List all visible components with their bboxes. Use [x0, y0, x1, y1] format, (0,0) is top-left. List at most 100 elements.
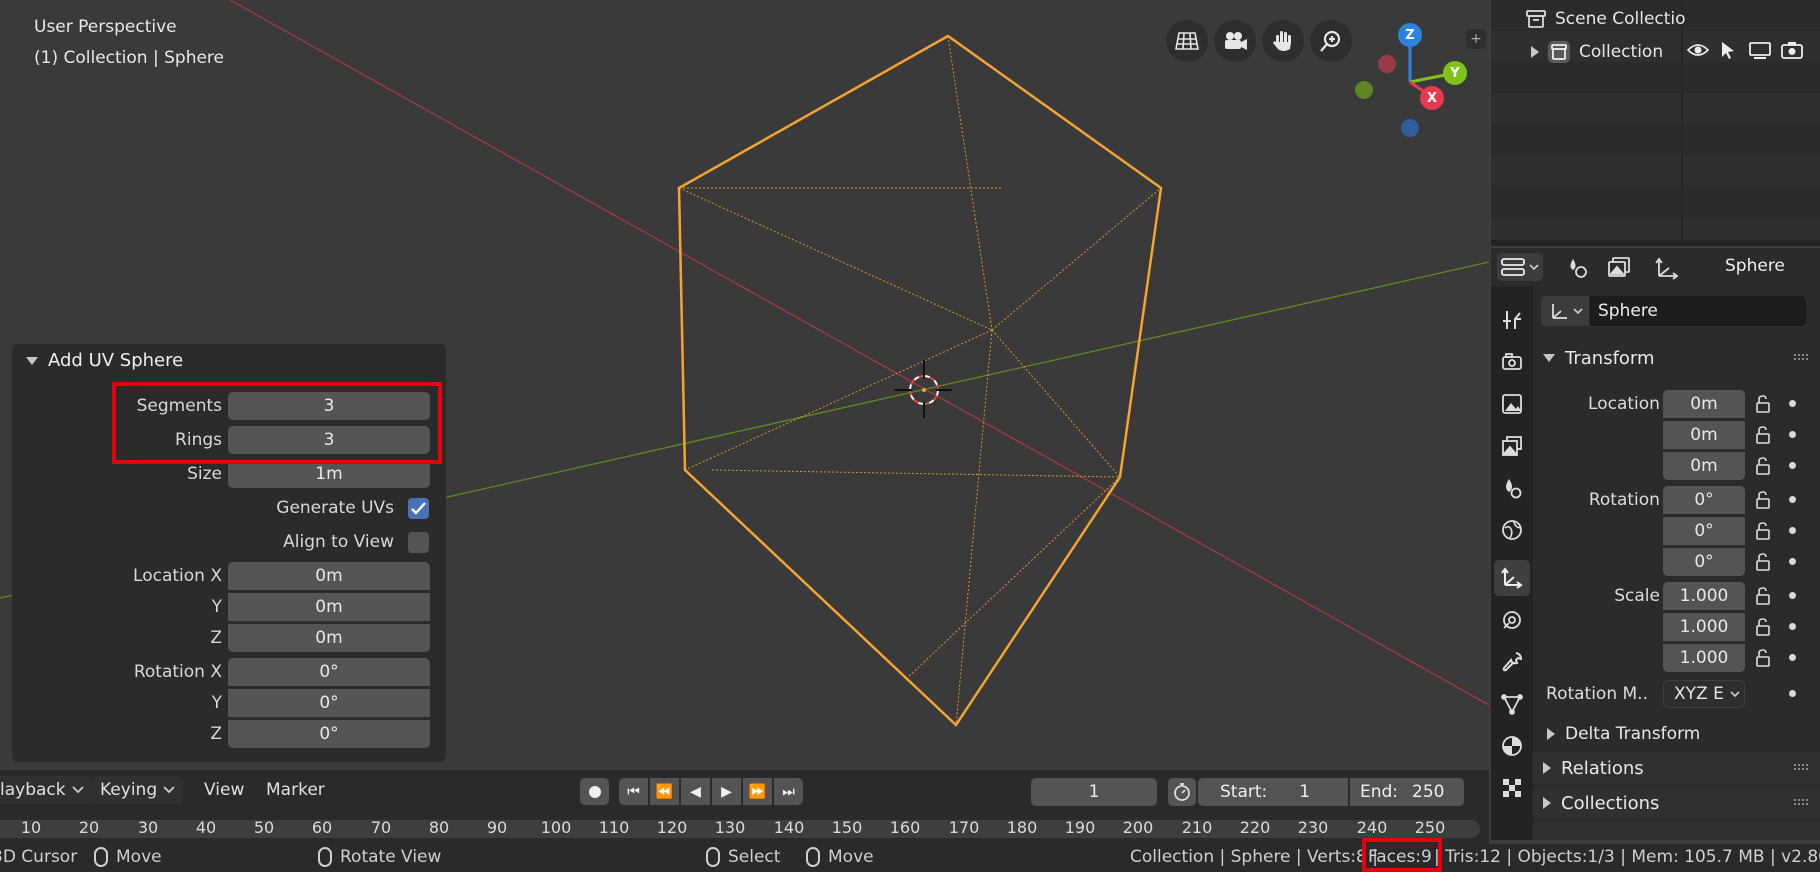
- object-type-selector[interactable]: [1541, 296, 1589, 326]
- tab-view-layer[interactable]: [1494, 428, 1530, 464]
- keyframe-dot-icon[interactable]: [1789, 431, 1796, 438]
- pan-view-button[interactable]: [1262, 20, 1304, 62]
- lock-icon[interactable]: [1755, 618, 1771, 636]
- rotation-z-field[interactable]: 0°: [228, 720, 430, 748]
- record-button[interactable]: [580, 778, 609, 805]
- gizmo-neg-y-axis[interactable]: [1355, 81, 1373, 99]
- next-panel-header[interactable]: [1533, 822, 1820, 840]
- generate-uvs-checkbox[interactable]: [408, 498, 429, 519]
- collections-panel-header[interactable]: Collections: [1533, 787, 1820, 819]
- play-button[interactable]: ▶: [712, 778, 741, 805]
- prop-rotation-z-field[interactable]: 0°: [1663, 548, 1745, 576]
- keyframe-dot-icon[interactable]: [1789, 558, 1796, 565]
- tab-texture[interactable]: [1494, 770, 1530, 806]
- prop-scale-y-field[interactable]: 1.000: [1663, 613, 1745, 641]
- jump-to-end-button[interactable]: ⏭: [774, 778, 803, 805]
- lock-icon[interactable]: [1755, 587, 1771, 605]
- keyframe-dot-icon[interactable]: [1789, 654, 1796, 661]
- end-frame-field[interactable]: End: 250: [1350, 778, 1464, 806]
- prop-scale-x-field[interactable]: 1.000: [1663, 582, 1745, 610]
- rotation-x-field[interactable]: 0°: [228, 658, 430, 686]
- location-z-field[interactable]: 0m: [228, 624, 430, 652]
- lock-icon[interactable]: [1755, 426, 1771, 444]
- gizmo-x-axis[interactable]: X: [1420, 86, 1444, 110]
- expand-triangle-icon[interactable]: [1531, 46, 1539, 58]
- jump-to-keyframe-back-button[interactable]: ⏪: [650, 778, 679, 805]
- size-field[interactable]: 1m: [228, 460, 430, 488]
- prop-location-x-field[interactable]: 0m: [1663, 390, 1745, 418]
- keyframe-dot-icon[interactable]: [1789, 623, 1796, 630]
- current-frame-field[interactable]: 1: [1031, 778, 1157, 806]
- gizmo-y-axis[interactable]: Y: [1443, 61, 1467, 85]
- zoom-view-button[interactable]: [1310, 20, 1352, 62]
- tab-physics[interactable]: [1494, 644, 1530, 680]
- 3d-viewport[interactable]: User Perspective (1) Collection | Sphere…: [0, 0, 1489, 768]
- jump-to-start-button[interactable]: ⏮: [619, 778, 648, 805]
- 3d-cursor-icon[interactable]: [894, 360, 952, 418]
- eye-icon[interactable]: [1687, 42, 1709, 58]
- sphere-mesh-outline[interactable]: [677, 34, 1163, 727]
- relations-panel-header[interactable]: Relations: [1533, 752, 1820, 784]
- keyframe-dot-icon[interactable]: [1789, 527, 1796, 534]
- location-x-field[interactable]: 0m: [228, 562, 430, 590]
- play-reverse-button[interactable]: ◀: [681, 778, 710, 805]
- collection-row[interactable]: Collection: [1531, 40, 1663, 64]
- transform-panel-header[interactable]: Transform: [1533, 342, 1820, 374]
- lock-icon[interactable]: [1755, 395, 1771, 413]
- tab-object-data[interactable]: [1494, 686, 1530, 722]
- tab-render[interactable]: [1494, 344, 1530, 380]
- align-to-view-checkbox[interactable]: [408, 532, 429, 553]
- lock-icon[interactable]: [1755, 649, 1771, 667]
- jump-to-keyframe-forward-button[interactable]: ⏩: [743, 778, 772, 805]
- prop-rotation-x-field[interactable]: 0°: [1663, 486, 1745, 514]
- prop-rotation-y-field[interactable]: 0°: [1663, 517, 1745, 545]
- rotation-y-field[interactable]: 0°: [228, 689, 430, 717]
- rotation-mode-dropdown[interactable]: XYZ E: [1663, 680, 1745, 708]
- add-area-icon[interactable]: +: [1466, 29, 1486, 49]
- gizmo-z-axis[interactable]: Z: [1398, 23, 1422, 47]
- keyframe-dot-icon[interactable]: [1789, 690, 1796, 697]
- prop-scale-z-field[interactable]: 1.000: [1663, 644, 1745, 672]
- use-preview-range-button[interactable]: [1168, 778, 1196, 806]
- lock-icon[interactable]: [1755, 553, 1771, 571]
- tab-world[interactable]: [1494, 512, 1530, 548]
- editor-type-button[interactable]: [1497, 253, 1543, 281]
- location-y-field[interactable]: 0m: [228, 593, 430, 621]
- start-frame-field[interactable]: Start: 1: [1198, 778, 1348, 806]
- tab-modifiers[interactable]: [1494, 602, 1530, 638]
- drag-grip-icon[interactable]: [1794, 764, 1808, 770]
- delta-transform-header[interactable]: Delta Transform: [1533, 718, 1820, 750]
- drag-grip-icon[interactable]: [1794, 354, 1808, 360]
- toggle-perspective-button[interactable]: [1166, 20, 1208, 62]
- tab-material[interactable]: [1494, 728, 1530, 764]
- gizmo-neg-z-axis[interactable]: [1401, 119, 1419, 137]
- timeline-ruler[interactable]: 10 20 30 40 50 60 70 80 90 100 110 120 1…: [0, 808, 1489, 844]
- marker-menu[interactable]: Marker: [258, 776, 333, 804]
- keyframe-dot-icon[interactable]: [1789, 400, 1796, 407]
- prop-location-y-field[interactable]: 0m: [1663, 421, 1745, 449]
- keying-menu[interactable]: Keying: [92, 776, 184, 804]
- lock-icon[interactable]: [1755, 457, 1771, 475]
- playback-menu[interactable]: layback: [0, 776, 92, 804]
- camera-view-button[interactable]: [1214, 20, 1256, 62]
- tab-scene[interactable]: [1494, 470, 1530, 506]
- render-camera-icon[interactable]: [1781, 41, 1803, 59]
- object-properties-panel[interactable]: Sphere Transform Location X 0m Y 0m Z 0m: [1533, 286, 1820, 840]
- outliner[interactable]: Scene Collectio Collection: [1491, 0, 1820, 246]
- redo-panel-header[interactable]: Add UV Sphere: [26, 350, 183, 371]
- gizmo-neg-x-axis[interactable]: [1378, 55, 1396, 73]
- tab-object[interactable]: [1494, 560, 1530, 596]
- lock-icon[interactable]: [1755, 491, 1771, 509]
- tab-output[interactable]: [1494, 386, 1530, 422]
- scene-collection-row[interactable]: Scene Collectio: [1525, 9, 1686, 29]
- select-arrow-icon[interactable]: [1719, 40, 1737, 60]
- keyframe-dot-icon[interactable]: [1789, 462, 1796, 469]
- prop-location-z-field[interactable]: 0m: [1663, 452, 1745, 480]
- tab-tool[interactable]: [1494, 302, 1530, 338]
- drag-grip-icon[interactable]: [1794, 799, 1808, 805]
- keyframe-dot-icon[interactable]: [1789, 592, 1796, 599]
- monitor-icon[interactable]: [1749, 42, 1771, 60]
- object-name-field[interactable]: Sphere: [1590, 296, 1806, 326]
- keyframe-dot-icon[interactable]: [1789, 496, 1796, 503]
- lock-icon[interactable]: [1755, 522, 1771, 540]
